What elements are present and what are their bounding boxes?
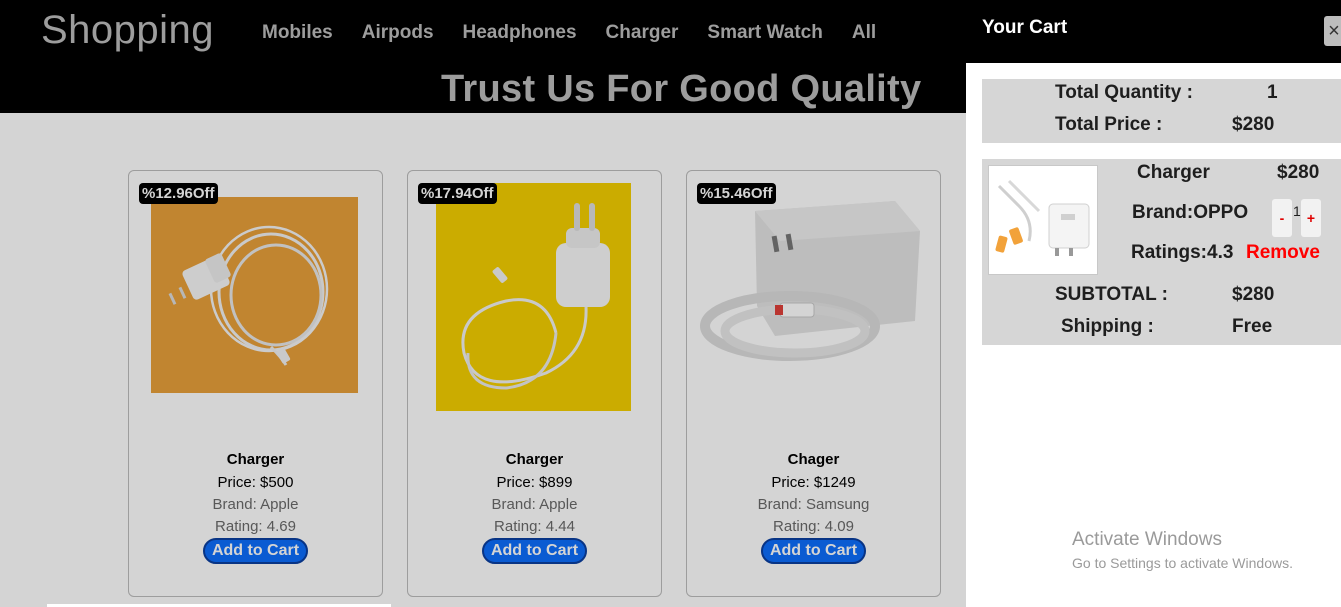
discount-badge: %15.46Off — [697, 183, 776, 204]
close-icon[interactable]: × — [1324, 16, 1341, 46]
product-card: %12.96Off Charger Price: $500 Brand: App… — [128, 170, 383, 597]
product-name: Charger — [505, 451, 564, 468]
product-rating: Rating: 4.09 — [773, 518, 854, 535]
cart-item-name: Charger — [1137, 162, 1210, 183]
product-image-charger-cable[interactable] — [151, 197, 358, 393]
total-quantity-label: Total Quantity : — [1055, 82, 1193, 103]
nav-link-airpods[interactable]: Airpods — [362, 22, 434, 44]
add-to-cart-button[interactable]: Add to Cart — [760, 538, 867, 564]
nav-link-smart-watch[interactable]: Smart Watch — [707, 22, 822, 44]
product-name: Chager — [787, 451, 840, 468]
product-rating: Rating: 4.44 — [494, 518, 575, 535]
subtotal-value: $280 — [1232, 284, 1275, 305]
cart-drawer: Your Cart × Total Quantity : 1 Total Pri… — [966, 0, 1341, 607]
page-tagline: Trust Us For Good Quality — [441, 68, 922, 110]
subtotal-label: SUBTOTAL : — [1055, 284, 1168, 305]
quantity-value: 1 — [1293, 203, 1301, 219]
nav-link-headphones[interactable]: Headphones — [463, 22, 577, 44]
fast-charger-illustration — [695, 191, 935, 391]
product-image-fast-charger[interactable] — [695, 191, 935, 391]
charger-cable-illustration — [151, 197, 358, 393]
cart-item-rating: Ratings:4.3 — [1131, 242, 1234, 263]
add-to-cart-button[interactable]: Add to Cart — [202, 538, 309, 564]
product-card: %17.94Off Charger Price: $899 Brand: App… — [407, 170, 662, 597]
remove-item-button[interactable]: Remove — [1246, 242, 1320, 264]
nav-link-charger[interactable]: Charger — [606, 22, 679, 44]
cart-item-price: $280 — [1277, 162, 1320, 183]
nav-link-mobiles[interactable]: Mobiles — [262, 22, 333, 44]
shipping-value: Free — [1232, 316, 1273, 337]
product-image-charger-adapter[interactable] — [436, 183, 631, 411]
oppo-charger-thumbnail — [989, 166, 1097, 274]
product-name: Charger — [226, 451, 285, 468]
product-info: Charger Price: $899 Brand: Apple Rating:… — [408, 451, 661, 564]
cart-item-brand: Brand:OPPO — [1132, 202, 1249, 223]
main-nav: Mobiles Airpods Headphones Charger Smart… — [262, 22, 905, 44]
shipping-label: Shipping : — [1061, 316, 1154, 337]
cart-summary: Total Quantity : 1 Total Price : $280 — [982, 79, 1341, 143]
brand-logo[interactable]: Shopping — [41, 8, 214, 53]
product-brand: Brand: Apple — [491, 496, 578, 513]
product-brand: Brand: Samsung — [757, 496, 870, 513]
windows-activation-watermark: Activate Windows — [1072, 529, 1222, 550]
charger-adapter-illustration — [436, 183, 631, 411]
discount-badge: %12.96Off — [139, 183, 218, 204]
cart-item-thumbnail[interactable] — [988, 165, 1098, 275]
quantity-decrease-button[interactable]: - — [1272, 199, 1292, 237]
product-rating: Rating: 4.69 — [215, 518, 296, 535]
total-quantity-value: 1 — [1267, 82, 1278, 103]
cart-header: Your Cart × — [966, 0, 1341, 63]
product-info: Chager Price: $1249 Brand: Samsung Ratin… — [687, 451, 940, 564]
quantity-increase-button[interactable]: + — [1301, 199, 1321, 237]
cart-title: Your Cart — [982, 17, 1068, 38]
product-brand: Brand: Apple — [212, 496, 299, 513]
add-to-cart-button[interactable]: Add to Cart — [481, 538, 588, 564]
product-info: Charger Price: $500 Brand: Apple Rating:… — [129, 451, 382, 564]
product-price: Price: $899 — [496, 474, 573, 491]
cart-item: Charger $280 Brand:OPPO - 1 + Ratings:4.… — [982, 159, 1341, 345]
discount-badge: %17.94Off — [418, 183, 497, 204]
windows-activation-hint: Go to Settings to activate Windows. — [1072, 555, 1293, 571]
total-price-label: Total Price : — [1055, 114, 1163, 135]
product-card: %15.46Off Chager Price: $1249 Brand: Sam… — [686, 170, 941, 597]
nav-link-all[interactable]: All — [852, 22, 876, 44]
total-price-value: $280 — [1232, 114, 1275, 135]
product-price: Price: $1249 — [771, 474, 856, 491]
product-price: Price: $500 — [217, 474, 294, 491]
